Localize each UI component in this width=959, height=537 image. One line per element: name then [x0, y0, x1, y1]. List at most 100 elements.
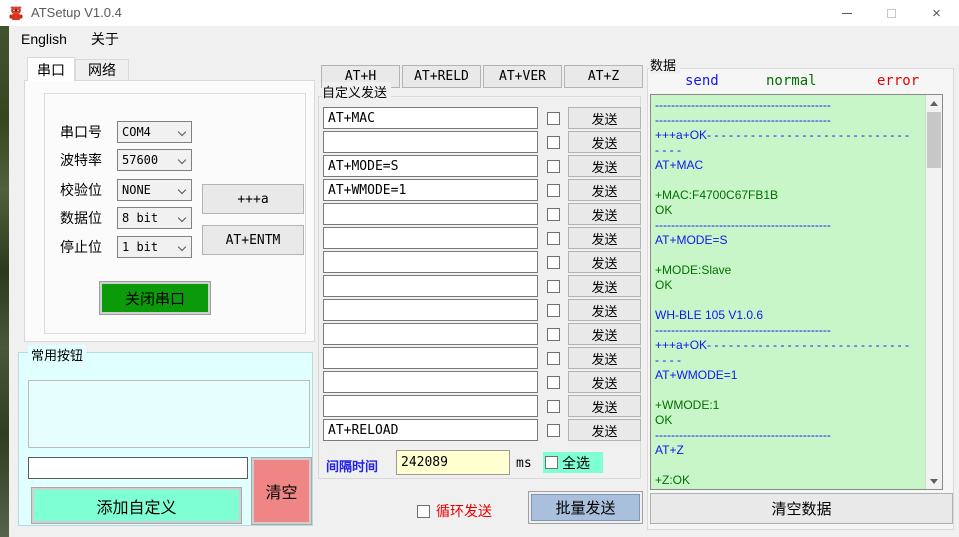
send-button-3[interactable]: 发送	[568, 155, 641, 177]
custom-row-checkbox-5[interactable]	[547, 208, 560, 221]
custom-command-input-4[interactable]	[323, 179, 538, 201]
interval-input[interactable]	[396, 450, 510, 475]
custom-command-input-13[interactable]	[323, 395, 538, 417]
send-button-9[interactable]: 发送	[568, 299, 641, 321]
send-button-7[interactable]: 发送	[568, 251, 641, 273]
databits-select[interactable]: 8 bit	[117, 207, 192, 229]
scrollbar-thumb[interactable]	[927, 112, 941, 168]
data-log-area[interactable]: ----------------------------------------…	[650, 94, 943, 490]
custom-row-checkbox-9[interactable]	[547, 304, 560, 317]
log-line: ----------------------------------------…	[655, 113, 924, 128]
send-button-11[interactable]: 发送	[568, 347, 641, 369]
custom-row-checkbox-7[interactable]	[547, 256, 560, 269]
select-all-checkbox[interactable]	[545, 456, 558, 469]
log-line: +MAC:F4700C67FB1B	[655, 188, 924, 203]
scroll-down-button[interactable]	[926, 473, 942, 489]
send-button-14[interactable]: 发送	[568, 419, 641, 441]
custom-row-checkbox-3[interactable]	[547, 160, 560, 173]
custom-command-input-11[interactable]	[323, 347, 538, 369]
chevron-down-icon	[178, 186, 186, 194]
scroll-down-icon	[930, 479, 938, 484]
send-button-12[interactable]: 发送	[568, 371, 641, 393]
tab-serial[interactable]: 串口	[27, 57, 75, 81]
send-button-5[interactable]: 发送	[568, 203, 641, 225]
minimize-button[interactable]	[824, 0, 869, 26]
select-all-chip: 全选	[543, 452, 603, 473]
stopbits-select[interactable]: 1 bit	[117, 236, 192, 258]
send-button-8[interactable]: 发送	[568, 275, 641, 297]
maximize-button[interactable]	[869, 0, 914, 26]
custom-row-checkbox-14[interactable]	[547, 424, 560, 437]
quick-command-button-at-z[interactable]: AT+Z	[564, 65, 643, 88]
log-line: AT+MODE=S	[655, 233, 924, 248]
log-line: OK	[655, 278, 924, 293]
parity-label: 校验位	[60, 180, 117, 200]
custom-row-checkbox-4[interactable]	[547, 184, 560, 197]
at-entm-button[interactable]: AT+ENTM	[202, 225, 304, 255]
custom-row-checkbox-6[interactable]	[547, 232, 560, 245]
clear-data-button[interactable]: 清空数据	[650, 493, 953, 524]
send-button-6[interactable]: 发送	[568, 227, 641, 249]
send-button-10[interactable]: 发送	[568, 323, 641, 345]
parity-select[interactable]: NONE	[117, 179, 192, 201]
custom-row-checkbox-12[interactable]	[547, 376, 560, 389]
log-line: ----------------------------------------…	[655, 218, 924, 233]
custom-row-checkbox-11[interactable]	[547, 352, 560, 365]
custom-command-input-2[interactable]	[323, 131, 538, 153]
serial-field-row: 校验位NONE	[60, 179, 192, 201]
custom-command-input-9[interactable]	[323, 299, 538, 321]
batch-send-button[interactable]: 批量发送	[531, 494, 640, 521]
add-custom-button[interactable]: 添加自定义	[32, 488, 241, 523]
quick-command-button-at-reld[interactable]: AT+RELD	[402, 65, 481, 88]
log-line: +MODE:Slave	[655, 263, 924, 278]
custom-command-input-3[interactable]	[323, 155, 538, 177]
menu-bar: English 关于	[9, 26, 959, 51]
log-line: OK	[655, 203, 924, 218]
custom-row-checkbox-8[interactable]	[547, 280, 560, 293]
baudrate-select[interactable]: 57600	[117, 149, 192, 171]
clear-button[interactable]: 清空	[252, 458, 311, 524]
custom-row-checkbox-13[interactable]	[547, 400, 560, 413]
common-buttons-list[interactable]	[28, 380, 310, 448]
chevron-down-icon	[178, 243, 186, 251]
close-serial-port-button[interactable]: 关闭串口	[100, 282, 210, 314]
tab-network[interactable]: 网络	[75, 59, 129, 81]
common-command-input[interactable]	[28, 457, 248, 479]
scroll-up-button[interactable]	[926, 95, 942, 111]
log-line: ----------------------------------------…	[655, 98, 924, 113]
send-button-2[interactable]: 发送	[568, 131, 641, 153]
custom-command-input-10[interactable]	[323, 323, 538, 345]
log-line: +++a+OK- - - - - - - - - - - - - - - - -…	[655, 338, 924, 353]
title-bar: ATSetup V1.0.4 ×	[0, 0, 959, 26]
custom-row-checkbox-2[interactable]	[547, 136, 560, 149]
log-line: WH-BLE 105 V1.0.6	[655, 308, 924, 323]
custom-command-input-8[interactable]	[323, 275, 538, 297]
custom-command-input-6[interactable]	[323, 227, 538, 249]
custom-row-checkbox-1[interactable]	[547, 112, 560, 125]
log-line: - - - -	[655, 353, 924, 368]
custom-command-input-7[interactable]	[323, 251, 538, 273]
custom-row-checkbox-10[interactable]	[547, 328, 560, 341]
loop-send-checkbox[interactable]	[417, 505, 430, 518]
quick-command-button-at-ver[interactable]: AT+VER	[483, 65, 562, 88]
send-button-13[interactable]: 发送	[568, 395, 641, 417]
send-button-4[interactable]: 发送	[568, 179, 641, 201]
custom-command-input-1[interactable]	[323, 107, 538, 129]
port-select[interactable]: COM4	[117, 121, 192, 143]
menu-item-english[interactable]: English	[9, 26, 79, 51]
plus-a-button[interactable]: +++a	[202, 184, 304, 214]
log-line: AT+Z	[655, 443, 924, 458]
send-button-1[interactable]: 发送	[568, 107, 641, 129]
menu-item-about[interactable]: 关于	[79, 26, 131, 51]
close-button[interactable]: ×	[914, 0, 959, 26]
custom-send-row: 发送	[323, 130, 641, 154]
custom-command-input-12[interactable]	[323, 371, 538, 393]
custom-command-input-14[interactable]	[323, 419, 538, 441]
custom-command-input-5[interactable]	[323, 203, 538, 225]
log-scrollbar[interactable]	[925, 95, 942, 489]
serial-field-row: 波特率57600	[60, 149, 192, 171]
chevron-down-icon	[178, 214, 186, 222]
log-line	[655, 248, 924, 263]
atsetup-window: ATSetup V1.0.4 × English 关于 串口 网络 串口号COM…	[0, 0, 959, 537]
baudrate-value: 57600	[122, 153, 158, 167]
